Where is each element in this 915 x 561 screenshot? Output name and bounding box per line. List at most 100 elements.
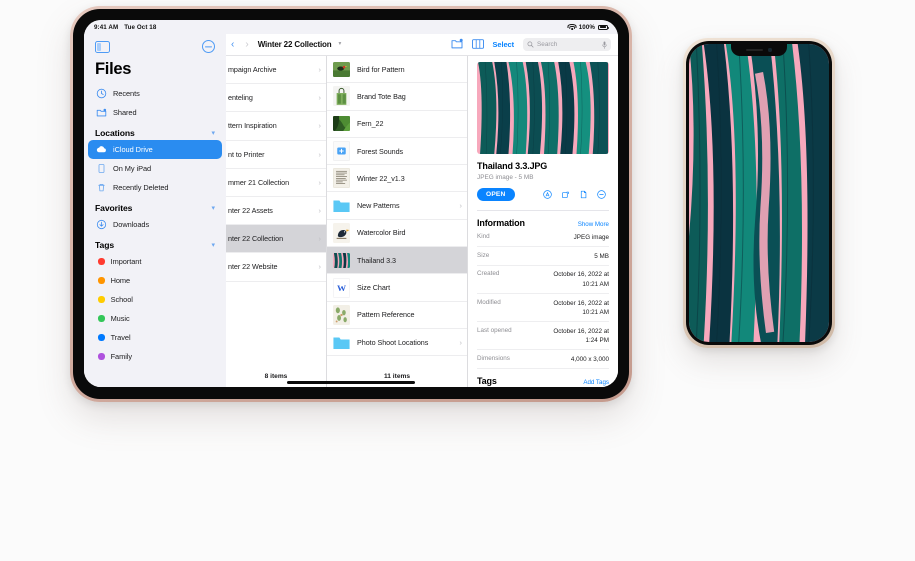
file-row[interactable]: Photo Shoot Locations ›: [327, 329, 467, 356]
sidebar-tag-travel[interactable]: Travel: [88, 328, 222, 347]
folder-row-label: enteling: [228, 93, 319, 102]
sidebar-toggle-icon[interactable]: [95, 41, 110, 53]
thumbnail-tote-bag: [333, 86, 350, 106]
file-row-label: Forest Sounds: [357, 147, 462, 156]
sidebar-tag-family[interactable]: Family: [88, 347, 222, 366]
battery-percent: 100%: [579, 24, 595, 31]
folder-row-label: nter 22 Assets: [228, 206, 319, 215]
file-name: Thailand 3.3.JPG: [477, 161, 609, 171]
sidebar-item-label: Recently Deleted: [113, 183, 168, 192]
info-row-value: October 16, 2022 at 10:21 AM: [553, 299, 609, 317]
folder-row-label: nter 22 Collection: [228, 234, 319, 243]
markup-icon[interactable]: [543, 190, 552, 199]
sidebar-item-icloud-drive[interactable]: iCloud Drive: [88, 140, 222, 159]
file-row[interactable]: W Size Chart: [327, 274, 467, 301]
folder-row[interactable]: enteling›: [226, 84, 326, 112]
folder-row[interactable]: nter 22 Website›: [226, 253, 326, 281]
sidebar-item-on-my-ipad[interactable]: On My iPad: [88, 159, 222, 178]
sidebar-item-label: Family: [111, 352, 132, 361]
file-row[interactable]: Winter 22_v1.3: [327, 165, 467, 192]
chevron-down-icon[interactable]: ▾: [211, 242, 215, 249]
file-column: Bird for Pattern: [327, 56, 468, 387]
file-row[interactable]: New Patterns ›: [327, 192, 467, 219]
file-row[interactable]: Watercolor Bird: [327, 220, 467, 247]
search-icon: [527, 41, 534, 48]
file-row-selected[interactable]: Thailand 3.3: [327, 247, 467, 274]
file-row-label: Watercolor Bird: [357, 228, 462, 237]
sidebar-section-tags[interactable]: Tags ▾: [84, 234, 226, 252]
shared-folder-icon: [96, 107, 107, 118]
thumbnail-document: [333, 168, 350, 188]
files-app: Files Recents Shared: [84, 34, 618, 387]
info-row: Last opened October 16, 2022 at 1:24 PM: [477, 322, 609, 350]
sidebar-tag-important[interactable]: Important: [88, 252, 222, 271]
iphone-screen: [689, 44, 829, 342]
new-folder-icon[interactable]: [451, 36, 463, 54]
folder-row[interactable]: nt to Printer›: [226, 141, 326, 169]
sidebar-item-recents[interactable]: Recents: [88, 84, 222, 103]
chevron-right-icon[interactable]: ›: [243, 40, 250, 50]
file-row-label: Size Chart: [357, 283, 462, 292]
sidebar-section-locations[interactable]: Locations ▾: [84, 122, 226, 140]
folder-row-label: nter 22 Website: [228, 262, 319, 271]
sidebar-item-recently-deleted[interactable]: Recently Deleted: [88, 178, 222, 197]
info-row-key: Dimensions: [477, 355, 510, 362]
add-tags-link[interactable]: Add Tags: [583, 379, 609, 386]
file-row[interactable]: Brand Tote Bag: [327, 83, 467, 110]
folder-row[interactable]: ttern Inspiration›: [226, 112, 326, 140]
status-bar-left: 9:41 AM Tue Oct 18: [94, 24, 156, 31]
sidebar-tag-home[interactable]: Home: [88, 271, 222, 290]
open-button[interactable]: OPEN: [477, 188, 515, 202]
chevron-down-icon[interactable]: ▾: [211, 205, 215, 212]
file-row[interactable]: Pattern Reference: [327, 302, 467, 329]
tag-color-dot: [98, 296, 104, 302]
file-row[interactable]: Fern_22: [327, 111, 467, 138]
duplicate-icon[interactable]: [579, 190, 588, 199]
action-icon-group: [543, 190, 609, 199]
chevron-right-icon: ›: [319, 262, 321, 271]
tag-color-dot: [98, 315, 104, 321]
sidebar-section-favorites[interactable]: Favorites ▾: [84, 197, 226, 215]
sidebar-item-shared[interactable]: Shared: [88, 103, 222, 122]
info-row-value: JPEG image: [574, 233, 609, 242]
file-row[interactable]: Bird for Pattern: [327, 56, 467, 83]
info-row-value: 4,000 x 3,000: [571, 355, 609, 364]
folder-row[interactable]: mpaign Archive›: [226, 56, 326, 84]
front-camera-icon: [768, 48, 771, 51]
sidebar-item-label: On My iPad: [113, 164, 151, 173]
ipad-screen: 9:41 AM Tue Oct 18 100% Files: [84, 20, 618, 387]
info-row-key: Last opened: [477, 327, 512, 334]
folder-row[interactable]: mmer 21 Collection›: [226, 169, 326, 197]
status-bar: 9:41 AM Tue Oct 18 100%: [84, 20, 618, 34]
tag-color-dot: [98, 258, 104, 264]
breadcrumb-title[interactable]: Winter 22 Collection: [258, 40, 332, 49]
info-row-value: 5 MB: [594, 252, 609, 261]
folder-row-label: ttern Inspiration: [228, 121, 319, 130]
sidebar-item-label: Important: [111, 257, 142, 266]
chevron-down-icon[interactable]: ▾: [211, 130, 215, 137]
home-indicator[interactable]: [287, 381, 415, 384]
remove-icon[interactable]: [597, 190, 606, 199]
sidebar-tag-school[interactable]: School: [88, 290, 222, 309]
sidebar-item-label: Downloads: [113, 220, 149, 229]
show-more-link[interactable]: Show More: [578, 221, 609, 228]
trash-icon: [96, 182, 107, 193]
tag-color-dot: [98, 353, 104, 359]
folder-row[interactable]: nter 22 Assets›: [226, 197, 326, 225]
sidebar-item-downloads[interactable]: Downloads: [88, 215, 222, 234]
chevron-left-icon[interactable]: ‹: [229, 40, 236, 50]
select-button[interactable]: Select: [493, 40, 514, 49]
column-view-icon[interactable]: [472, 36, 484, 54]
file-row[interactable]: Forest Sounds: [327, 138, 467, 165]
file-row-label: Photo Shoot Locations: [357, 338, 453, 347]
folder-icon: [333, 335, 350, 350]
rotate-icon[interactable]: [561, 190, 570, 199]
sidebar-tag-music[interactable]: Music: [88, 309, 222, 328]
search-input[interactable]: Search: [523, 38, 611, 51]
chevron-down-icon[interactable]: ▾: [339, 42, 342, 48]
info-row: Dimensions 4,000 x 3,000: [477, 350, 609, 369]
folder-row-selected[interactable]: nter 22 Collection›: [226, 225, 326, 253]
chevron-right-icon: ›: [460, 338, 463, 347]
chevron-right-icon: ›: [319, 178, 321, 187]
circle-minus-icon[interactable]: [202, 40, 215, 53]
